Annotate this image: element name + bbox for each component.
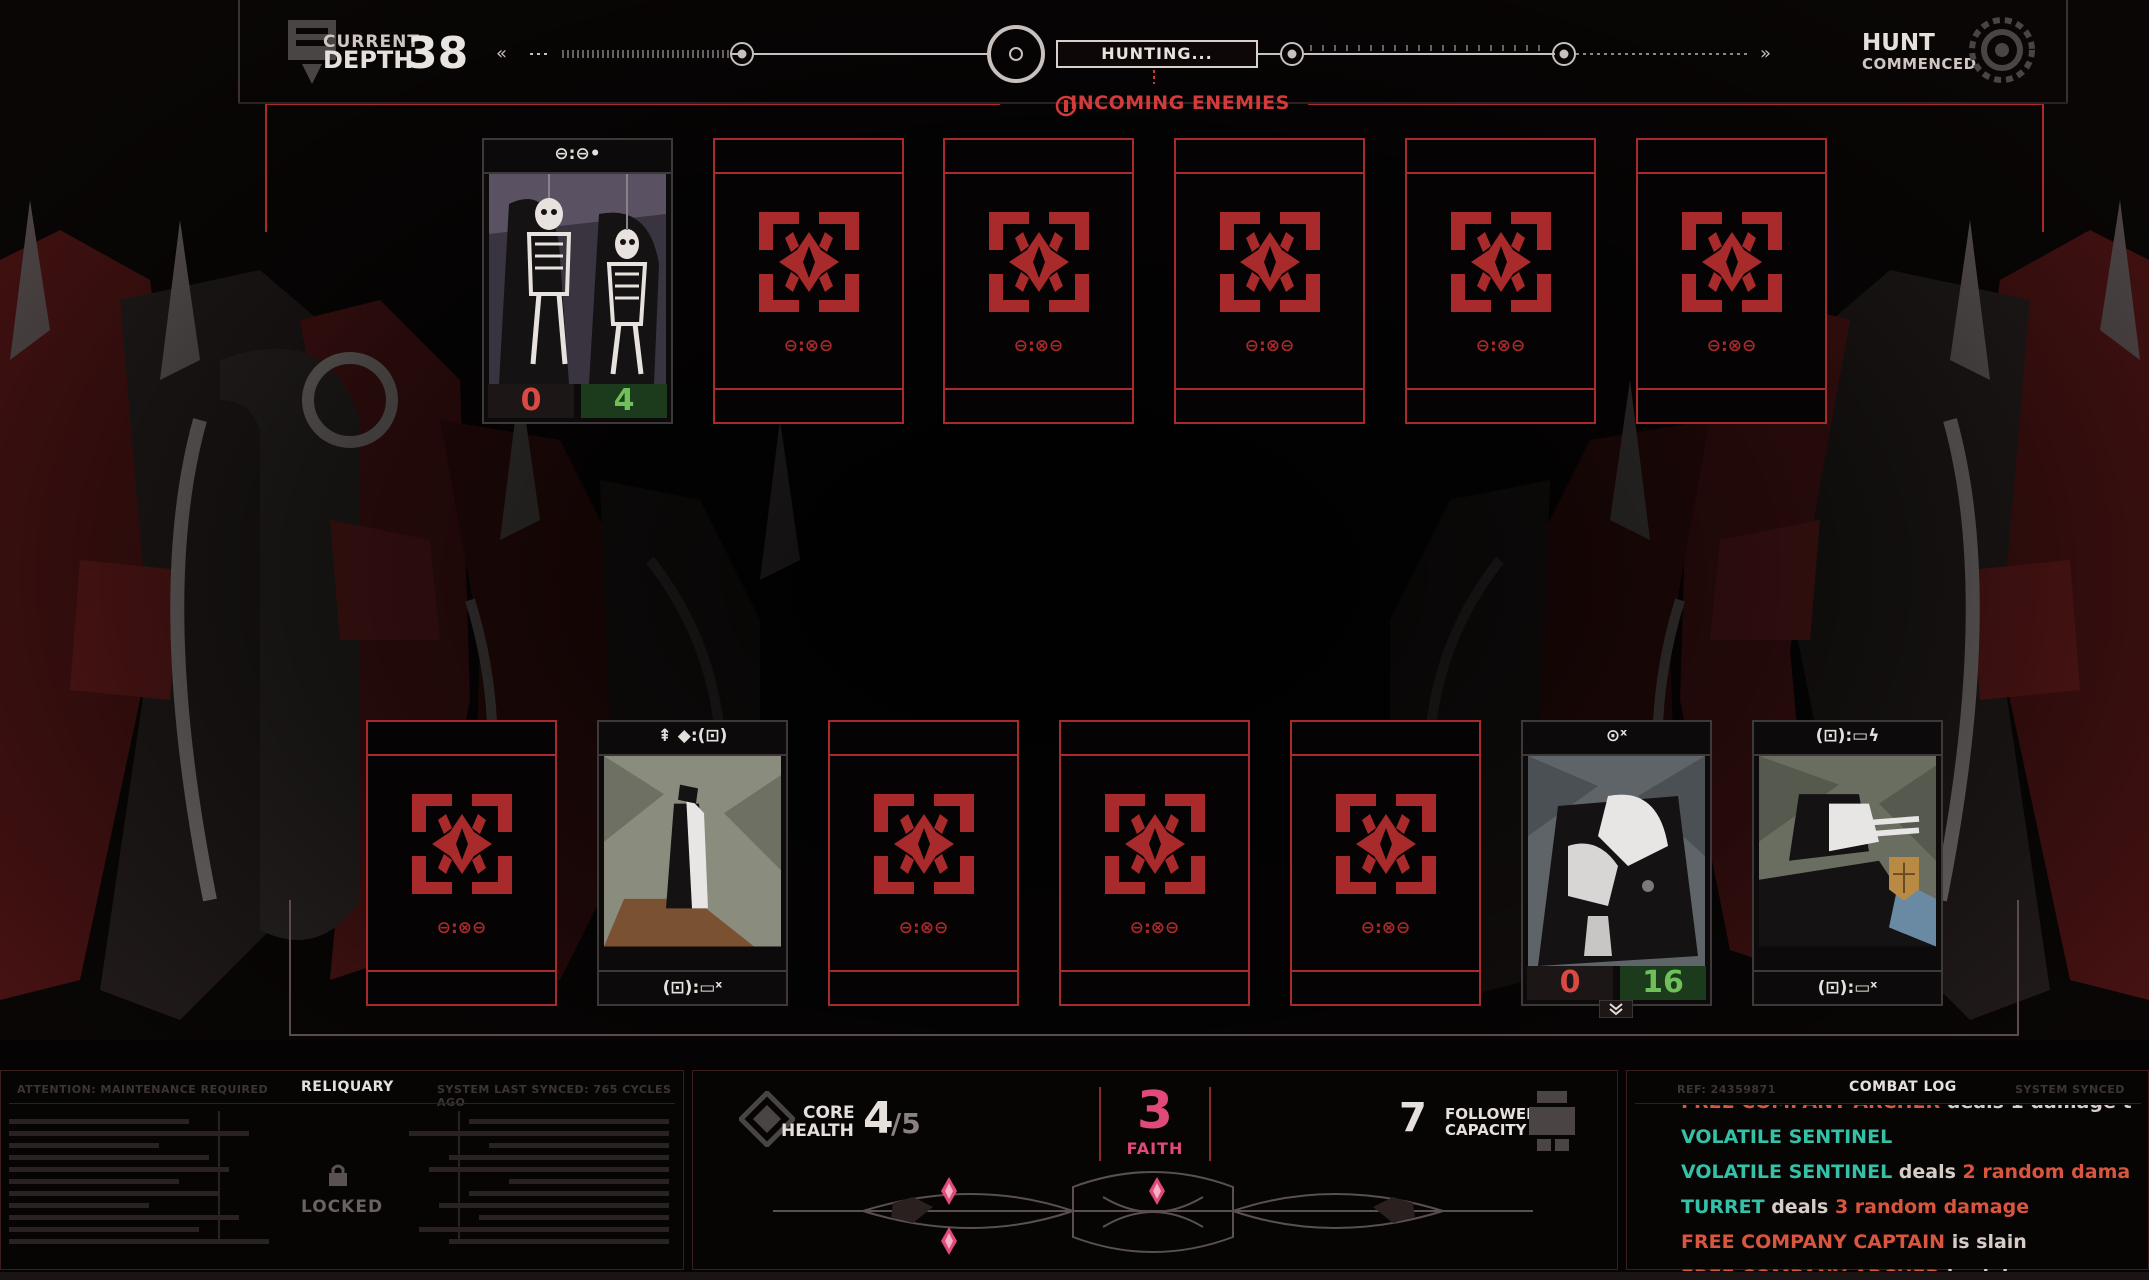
- core-panel: CORE HEALTH 4 /5 3 FAITH 7 FOLLOWER CAPA…: [692, 1070, 1618, 1270]
- enemy-slot-sigils: ⊖:⊗⊖: [1706, 336, 1757, 356]
- core-health-current: 4: [863, 1093, 894, 1144]
- combat-log-entry: TURRET deals 3 random damage: [1681, 1190, 2131, 1225]
- rune-sigil-icon: [759, 212, 859, 312]
- golem-art: [1528, 756, 1705, 966]
- player-card-golem[interactable]: ⊙ˣ 0 16: [1521, 720, 1712, 1006]
- rune-sigil-icon: [1220, 212, 1320, 312]
- follower-value: 7: [1399, 1095, 1427, 1141]
- follower-label-2: CAPACITY: [1445, 1121, 1527, 1139]
- hunt-label: HUNT: [1862, 30, 1935, 56]
- incoming-enemies-label: INCOMING ENEMIES: [1070, 92, 1290, 114]
- player-slot-empty[interactable]: ⊖:⊗⊖: [1290, 720, 1481, 1006]
- player-slot-sigils: ⊖:⊗⊖: [898, 918, 949, 938]
- rune-sigil-icon: [1105, 794, 1205, 894]
- player-card-tower[interactable]: ⇞ ◆:(⊡) (⊡):▭ˣ: [597, 720, 788, 1006]
- rune-sigil-icon: [874, 794, 974, 894]
- tower-art: [604, 756, 781, 947]
- enemy-slot-sigils: ⊖:⊗⊖: [783, 336, 834, 356]
- skeletons-art: [489, 174, 666, 384]
- enemy-slot-hidden[interactable]: ⊖:⊗⊖: [943, 138, 1134, 424]
- combat-log-unit-name: FREE COMPANY CAPTAIN: [1681, 1231, 1946, 1253]
- combat-log-entry: FREE COMPANY ARCHER deals 1 damage to: [1681, 1105, 2131, 1120]
- enemy-card-skeletons[interactable]: ⊖:⊖• 0 4: [482, 138, 673, 424]
- combat-log-divider: [1635, 1103, 2141, 1104]
- core-health-label-1: CORE: [803, 1103, 855, 1123]
- player-slot-sigils: ⊖:⊗⊖: [1360, 918, 1411, 938]
- combat-log-unit-name: VOLATILE SENTINEL: [1681, 1126, 1893, 1148]
- golem-health-value: 16: [1620, 966, 1706, 1000]
- enemy-slot-hidden[interactable]: ⊖:⊗⊖: [713, 138, 904, 424]
- combat-log-panel: REF: 24359871 COMBAT LOG SYSTEM SYNCED F…: [1626, 1070, 2149, 1271]
- combat-log-title: COMBAT LOG: [1849, 1079, 1957, 1095]
- chevron-down-icon[interactable]: [1599, 1000, 1633, 1018]
- turret-card-bottom-sigils: (⊡):▭ˣ: [1817, 978, 1878, 998]
- rune-sigil-icon: [1451, 212, 1551, 312]
- reliquary-panel: ATTENTION: MAINTENANCE REQUIRED RELIQUAR…: [0, 1070, 684, 1270]
- combat-log-unit-name: FREE COMPANY ARCHER: [1681, 1105, 1940, 1113]
- golem-card-sigils: ⊙ˣ: [1605, 726, 1628, 746]
- rune-sigil-icon: [1682, 212, 1782, 312]
- turret-card-sigils: (⊡):▭ϟ: [1815, 726, 1880, 746]
- enemy-slot-sigils: ⊖:⊗⊖: [1475, 336, 1526, 356]
- faith-label: FAITH: [1126, 1139, 1184, 1158]
- turret-art: [1759, 756, 1936, 947]
- enemy-slot-hidden[interactable]: ⊖:⊗⊖: [1405, 138, 1596, 424]
- combat-log-action: deals: [1892, 1161, 1963, 1183]
- enemy-card-sigils: ⊖:⊖•: [554, 144, 601, 164]
- hunt-sublabel: COMMENCED: [1862, 55, 1977, 73]
- combat-log-action: is slain: [1940, 1266, 2022, 1271]
- combat-log-entry: VOLATILE SENTINEL: [1681, 1120, 2131, 1155]
- combat-log-entry: VOLATILE SENTINEL deals 2 random damage: [1681, 1155, 2131, 1190]
- tower-card-sigils: ⇞ ◆:(⊡): [657, 726, 728, 746]
- faith-value: 3: [1136, 1081, 1174, 1141]
- depth-label-depth: DEPTH: [323, 46, 414, 74]
- svg-text:«: «: [496, 43, 507, 64]
- player-slot-empty[interactable]: ⊖:⊗⊖: [828, 720, 1019, 1006]
- reliquary-title: RELIQUARY: [301, 1079, 394, 1095]
- svg-text:»: »: [1760, 43, 1771, 64]
- enemy-health-value: 4: [581, 384, 667, 418]
- combat-log-damage: 3 random damage: [1834, 1196, 2030, 1218]
- combat-log-sync: SYSTEM SYNCED: [2015, 1083, 2125, 1096]
- player-slot-sigils: ⊖:⊗⊖: [1129, 918, 1180, 938]
- combat-log-ref: REF: 24359871: [1677, 1083, 1776, 1096]
- enemy-slot-sigils: ⊖:⊗⊖: [1013, 336, 1064, 356]
- reliquary-warning: ATTENTION: MAINTENANCE REQUIRED: [17, 1083, 269, 1096]
- enemy-slot-hidden[interactable]: ⊖:⊗⊖: [1636, 138, 1827, 424]
- combat-log-action: is slain: [1945, 1231, 2027, 1253]
- hunt-status: HUNTING...: [1056, 40, 1258, 68]
- rune-sigil-icon: [412, 794, 512, 894]
- enemy-slot-sigils: ⊖:⊗⊖: [1244, 336, 1295, 356]
- player-slot-empty[interactable]: ⊖:⊗⊖: [366, 720, 557, 1006]
- player-card-turret[interactable]: (⊡):▭ϟ (⊡):▭ˣ: [1752, 720, 1943, 1006]
- hunt-gear-icon: [1969, 17, 2035, 83]
- combat-log-action: deals 1 damage to: [1940, 1105, 2131, 1113]
- reliquary-sync-text: SYSTEM LAST SYNCED: 765 CYCLES AGO: [437, 1083, 672, 1109]
- golem-attack-value: 0: [1527, 966, 1613, 1000]
- player-slot-empty[interactable]: ⊖:⊗⊖: [1059, 720, 1250, 1006]
- enemy-attack-value: 0: [488, 384, 574, 418]
- depth-value: 38: [407, 28, 469, 79]
- reliquary-divider: [9, 1103, 675, 1104]
- player-slot-sigils: ⊖:⊗⊖: [436, 918, 487, 938]
- combat-log-damage: 2 random damage: [1962, 1161, 2131, 1183]
- core-health-max: /5: [891, 1107, 921, 1140]
- combat-log-entry: FREE COMPANY CAPTAIN is slain: [1681, 1225, 2131, 1260]
- combat-log-list[interactable]: FREE COMPANY ARCHER deals 1 damage to VOL…: [1681, 1105, 2131, 1271]
- combat-log-unit-name: VOLATILE SENTINEL: [1681, 1161, 1893, 1183]
- rune-sigil-icon: [1336, 794, 1436, 894]
- faith-ornament: [773, 1171, 1533, 1255]
- rune-sigil-icon: [989, 212, 1089, 312]
- tower-card-bottom-sigils: (⊡):▭ˣ: [662, 978, 723, 998]
- combat-log-unit-name: TURRET: [1681, 1196, 1765, 1218]
- combat-log-action: deals: [1764, 1196, 1835, 1218]
- follower-icon: [1529, 1091, 1575, 1151]
- combat-log-entry: FREE COMPANY ARCHER is slain: [1681, 1260, 2131, 1271]
- enemy-slot-hidden[interactable]: ⊖:⊗⊖: [1174, 138, 1365, 424]
- lock-icon: [329, 1164, 347, 1186]
- combat-log-unit-name: FREE COMPANY ARCHER: [1681, 1266, 1940, 1271]
- core-health-label-2: HEALTH: [781, 1121, 854, 1141]
- reliquary-locked-label: LOCKED: [301, 1197, 384, 1217]
